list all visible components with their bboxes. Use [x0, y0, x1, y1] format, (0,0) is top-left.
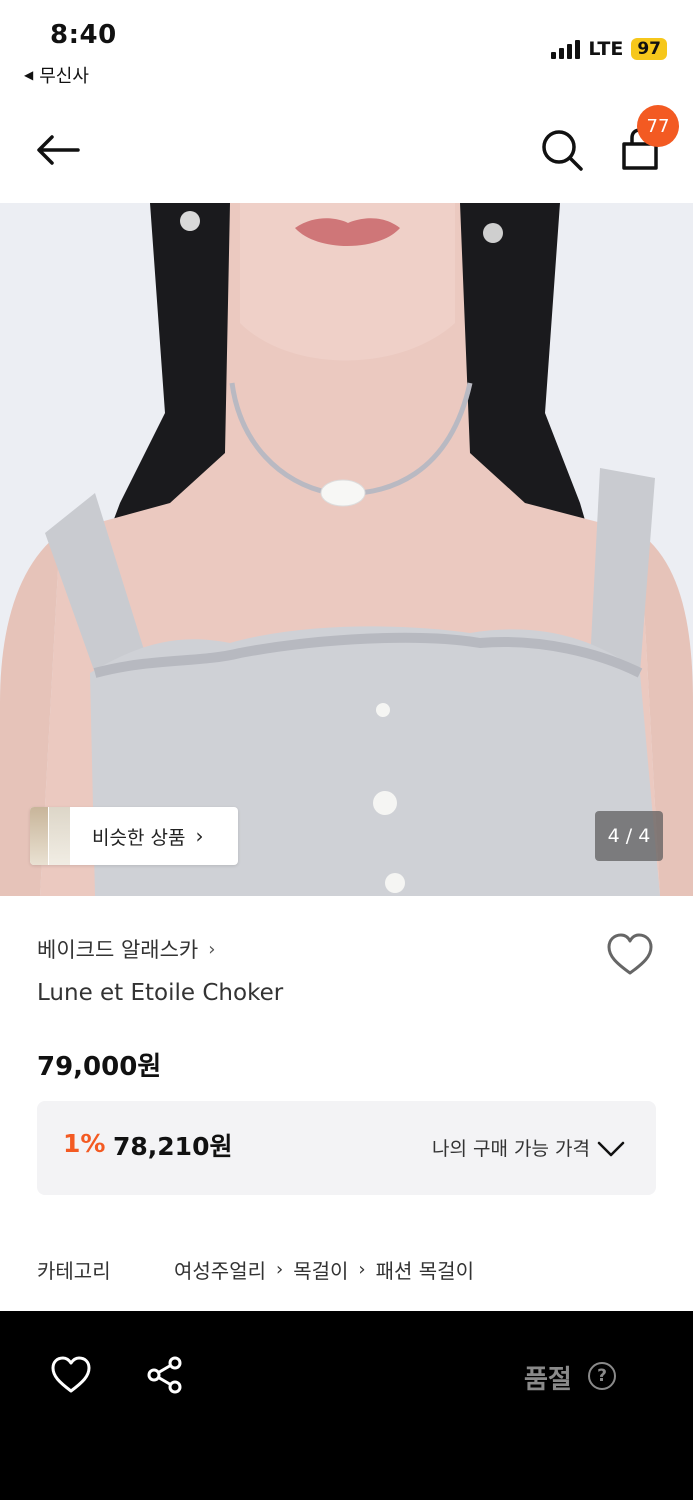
chevron-right-icon: ›	[358, 1259, 366, 1280]
battery-badge: 97	[631, 38, 667, 60]
category-link[interactable]: 패션 목걸이	[376, 1255, 474, 1284]
chevron-down-icon	[597, 1141, 625, 1157]
arrow-left-icon	[37, 135, 80, 165]
search-icon	[542, 130, 583, 171]
status-time: 8:40	[50, 20, 117, 50]
signal-icon	[551, 39, 581, 59]
bottom-action-bar: 품절 ?	[0, 1311, 693, 1500]
network-label: LTE	[588, 38, 624, 60]
similar-products-label: 비슷한 상품	[92, 826, 186, 849]
product-name: Lune et Etoile Choker	[37, 980, 284, 1006]
top-nav: 77	[0, 100, 693, 203]
similar-thumbnails	[30, 807, 72, 865]
product-price: 79,000원	[37, 1052, 162, 1082]
category-link[interactable]: 목걸이	[293, 1255, 348, 1284]
category-link[interactable]: 여성주얼리	[174, 1255, 266, 1284]
product-image-gallery[interactable]: 비슷한 상품 › 4 / 4	[0, 203, 693, 896]
similar-products-button[interactable]: 비슷한 상품 ›	[30, 807, 238, 865]
search-button[interactable]	[538, 126, 586, 174]
soldout-label: 품절	[524, 1365, 572, 1395]
back-to-app-link[interactable]: ◀ 무신사	[24, 62, 89, 88]
chevron-right-icon: ›	[195, 824, 204, 848]
discount-percent: 1%	[63, 1129, 106, 1158]
back-button[interactable]	[34, 126, 82, 174]
heart-icon	[607, 933, 653, 975]
available-price-label: 나의 구매 가능 가격	[432, 1138, 590, 1160]
chevron-right-icon: ›	[208, 938, 216, 960]
status-indicators: LTE 97	[551, 38, 667, 60]
cart-count-badge: 77	[637, 105, 679, 147]
wishlist-button[interactable]	[606, 932, 654, 978]
member-price-box[interactable]: 1% 78,210원 나의 구매 가능 가격	[37, 1101, 656, 1195]
back-triangle-icon: ◀	[24, 68, 34, 82]
category-breadcrumb: 카테고리 여성주얼리 › 목걸이 › 패션 목걸이	[37, 1255, 474, 1284]
category-label: 카테고리	[37, 1259, 111, 1283]
brand-link[interactable]: 베이크드 알래스카 ›	[37, 934, 215, 964]
product-photo	[0, 203, 693, 896]
image-page-counter: 4 / 4	[595, 811, 663, 861]
bottom-like-button[interactable]	[50, 1355, 92, 1395]
back-app-label: 무신사	[39, 66, 89, 87]
discount-price: 78,210원	[113, 1132, 233, 1161]
status-bar: 8:40 ◀ 무신사 LTE 97	[0, 0, 693, 100]
brand-name: 베이크드 알래스카	[37, 938, 199, 962]
heart-icon	[51, 1356, 91, 1393]
similar-thumbnail	[48, 807, 70, 865]
help-icon[interactable]: ?	[588, 1362, 616, 1390]
share-button[interactable]	[146, 1355, 184, 1395]
chevron-right-icon: ›	[276, 1259, 284, 1280]
share-icon	[147, 1356, 182, 1394]
